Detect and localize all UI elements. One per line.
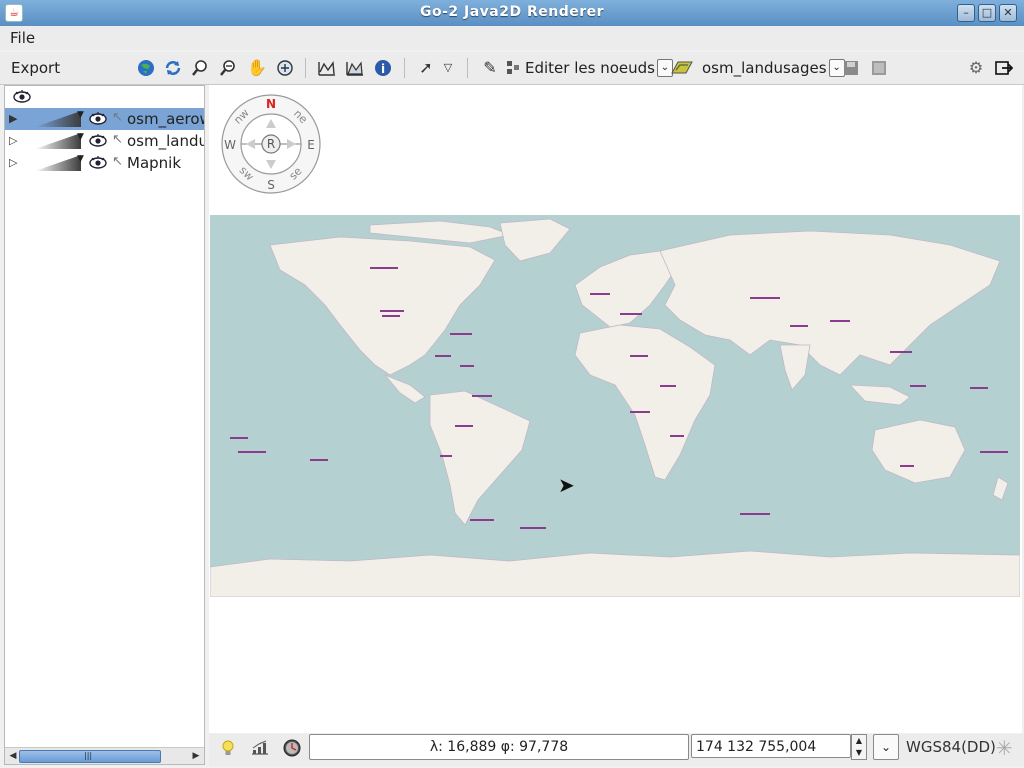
info-icon[interactable]: i [374, 58, 392, 78]
opacity-slider[interactable] [35, 111, 81, 127]
maximize-button[interactable]: □ [978, 4, 996, 22]
layer-name: Mapnik [127, 154, 182, 172]
signal-chart-icon[interactable] [250, 739, 270, 759]
scale-dropdown[interactable]: ⌄ [873, 734, 899, 760]
window-title: Go-2 Java2D Renderer [419, 4, 605, 20]
compass-w: W [224, 138, 236, 152]
compass-rose[interactable]: R N S E W ne nw se sw [220, 93, 322, 195]
lightbulb-icon[interactable] [218, 739, 238, 759]
scale-input[interactable]: 174 132 755,004 [691, 734, 851, 758]
zoom-extent-icon[interactable] [276, 58, 294, 78]
layer-select[interactable]: osm_landusages ⌄ [702, 58, 845, 78]
settings-icon[interactable]: ⚙ [966, 58, 986, 78]
compass-e: E [307, 138, 315, 152]
export-button[interactable]: Export [11, 58, 60, 78]
layer-select-label: osm_landusages [702, 59, 827, 77]
zoom-in-icon[interactable] [191, 58, 209, 78]
map-canvas[interactable]: R N S E W ne nw se sw ➤ [209, 85, 1022, 733]
layer-icon [670, 58, 694, 78]
scroll-right-icon[interactable]: ▶ [189, 749, 203, 763]
compass-s: S [267, 178, 275, 192]
opacity-knob[interactable]: ▼ [77, 110, 84, 120]
world-map[interactable] [210, 215, 1020, 597]
layer-row[interactable]: ▷ ▼ ↖ Mapnik [5, 152, 204, 174]
visibility-eye-icon[interactable] [89, 132, 107, 152]
toolbar-separator [404, 58, 405, 78]
title-bar: ☕ Go-2 Java2D Renderer – □ ✕ [0, 0, 1024, 27]
opacity-knob[interactable]: ▼ [77, 132, 84, 142]
pencil-icon[interactable]: ✎ [480, 58, 500, 78]
chart-fill-icon[interactable] [346, 58, 364, 78]
horizontal-scrollbar[interactable]: ◀ ||| ▶ [5, 747, 204, 764]
zoom-out-icon[interactable] [219, 58, 237, 78]
toolbar-separator [467, 58, 468, 78]
layer-panel: ▶ ▼ ↖ osm_aerow ▷ ▼ ↖ osm_landu ▷ ▼ ↖ Ma… [4, 85, 205, 765]
pan-hand-icon[interactable]: ✋ [247, 58, 267, 78]
edit-nodes-select[interactable]: Editer les noeuds ⌄ [525, 58, 673, 78]
close-button[interactable]: ✕ [999, 4, 1017, 22]
chart-icon[interactable] [318, 58, 336, 78]
opacity-slider[interactable] [35, 155, 81, 171]
coordinate-readout: λ: 16,889 φ: 97,778 [309, 734, 689, 760]
visibility-eye-icon[interactable] [89, 110, 107, 130]
menu-file[interactable]: File [10, 29, 35, 47]
layer-row[interactable]: ▷ ▼ ↖ osm_landu [5, 130, 204, 152]
menu-bar: File [0, 26, 1024, 50]
scroll-thumb[interactable]: ||| [19, 750, 161, 763]
grip-icon: ||| [84, 751, 93, 760]
edit-nodes-label: Editer les noeuds [525, 59, 655, 77]
layer-name: osm_landu [127, 132, 204, 150]
dropdown-icon[interactable]: ▽ [438, 58, 458, 78]
nodes-icon [506, 58, 520, 78]
expand-icon[interactable]: ▶ [9, 112, 17, 125]
crs-label[interactable]: WGS84(DD) [906, 738, 996, 756]
selectable-cursor-icon[interactable]: ↖ [112, 110, 123, 125]
eye-icon[interactable] [13, 89, 31, 105]
selectable-cursor-icon[interactable]: ↖ [112, 154, 123, 169]
toolbar: Export ✋ i ➚ ▽ ✎ Editer les noeuds ⌄ osm… [0, 52, 1024, 85]
save-as-icon[interactable] [871, 58, 887, 78]
toolbar-separator [305, 58, 306, 78]
refresh-icon[interactable] [164, 58, 182, 78]
compass-center-label[interactable]: R [267, 137, 275, 151]
compass-n: N [266, 97, 276, 111]
selectable-cursor-icon[interactable]: ↖ [112, 132, 123, 147]
scroll-left-icon[interactable]: ◀ [6, 749, 20, 763]
svg-text:i: i [381, 62, 385, 76]
exit-icon[interactable] [995, 58, 1013, 78]
globe-icon[interactable] [137, 58, 155, 78]
layer-row[interactable]: ▶ ▼ ↖ osm_aerow [5, 108, 204, 130]
busy-spinner-icon: ✳ [996, 736, 1013, 760]
mouse-pointer-icon: ➤ [558, 473, 575, 497]
visibility-eye-icon[interactable] [89, 154, 107, 174]
save-icon[interactable] [843, 58, 859, 78]
expand-icon[interactable]: ▷ [9, 134, 17, 147]
minimize-button[interactable]: – [957, 4, 975, 22]
expand-icon[interactable]: ▷ [9, 156, 17, 169]
scale-spinner[interactable]: ▲ ▼ [851, 734, 867, 760]
clock-icon[interactable] [282, 739, 302, 759]
select-arrow-icon[interactable]: ➚ [416, 58, 436, 78]
layer-name: osm_aerow [127, 110, 204, 128]
opacity-knob[interactable]: ▼ [77, 154, 84, 164]
opacity-slider[interactable] [35, 133, 81, 149]
status-bar: λ: 16,889 φ: 97,778 174 132 755,004 ▲ ▼ ⌄… [209, 734, 1024, 766]
